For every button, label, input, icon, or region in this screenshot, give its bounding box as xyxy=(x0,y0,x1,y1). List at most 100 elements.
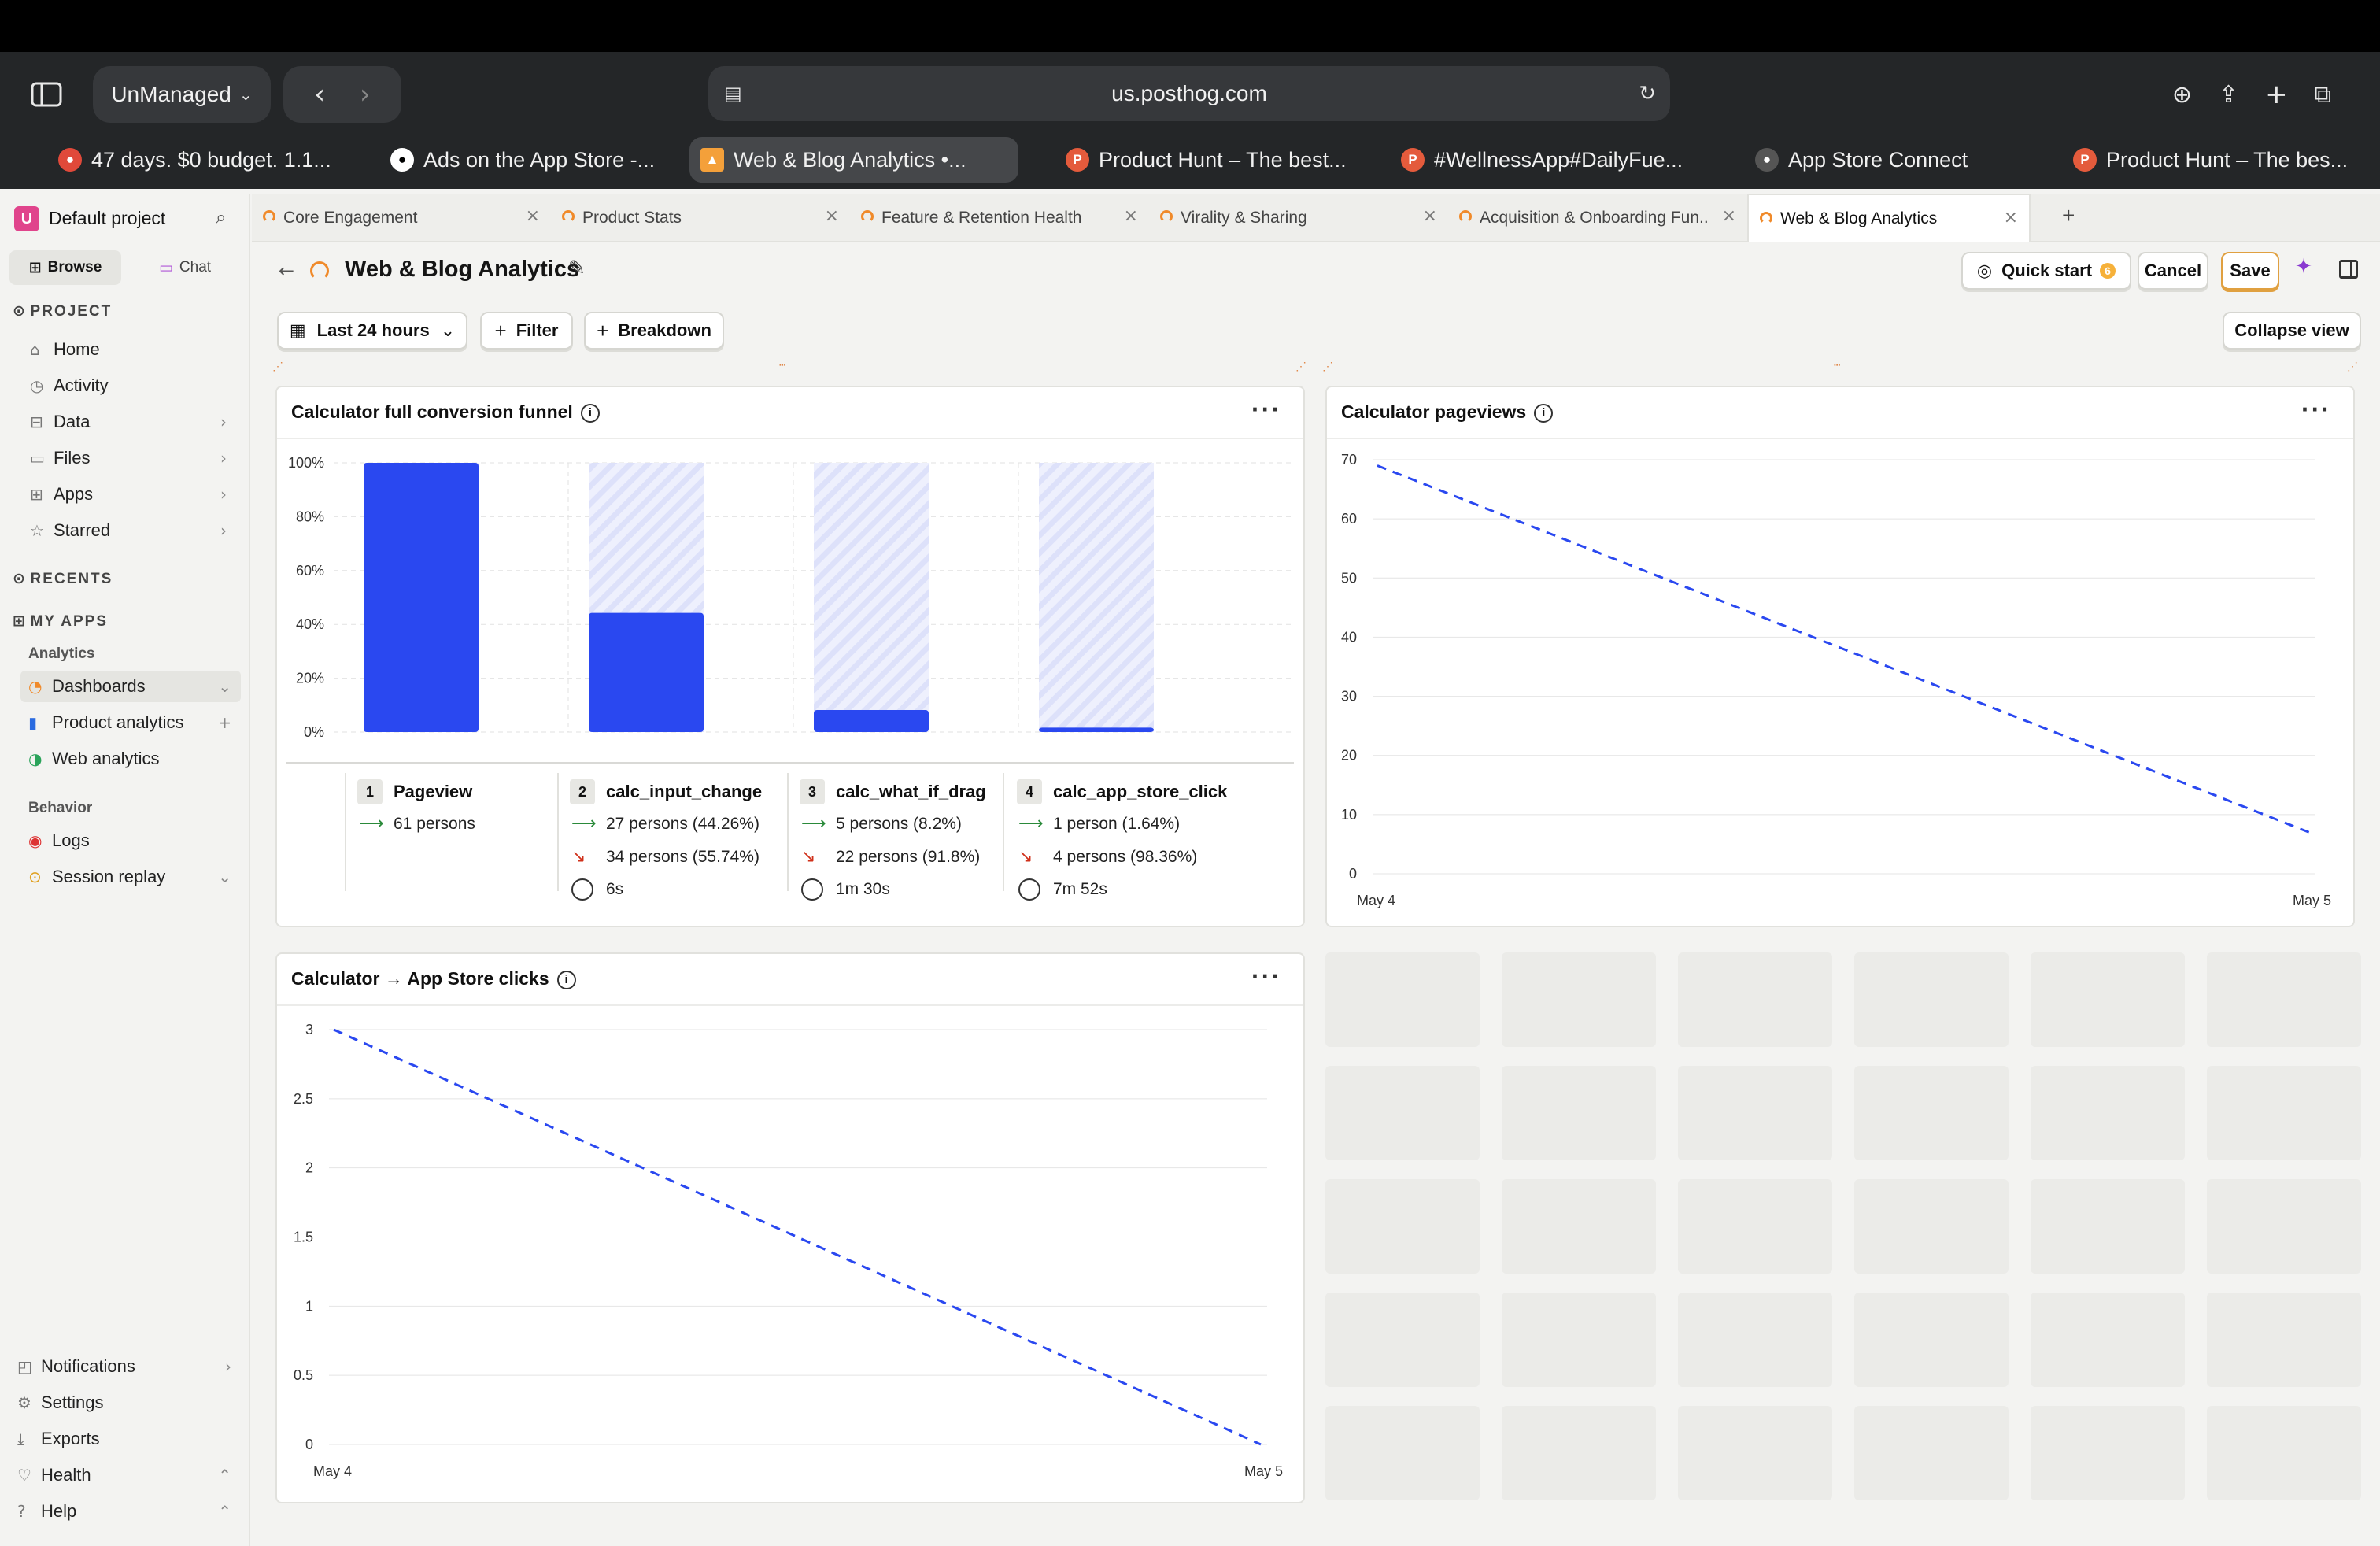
close-icon[interactable]: × xyxy=(526,206,540,226)
browser-tab[interactable]: P #WellnessApp#DailyFue... xyxy=(1390,137,1689,183)
sidebar-toggle-button[interactable] xyxy=(16,66,77,123)
chat-tab[interactable]: ▭ Chat xyxy=(129,250,241,285)
share-icon[interactable]: ⇪ xyxy=(2219,81,2238,109)
divider xyxy=(286,762,1294,764)
browser-tab[interactable]: P Product Hunt – The best... xyxy=(1055,137,1354,183)
search-icon[interactable]: ⌕ xyxy=(216,206,226,228)
cancel-button[interactable]: Cancel xyxy=(2138,252,2208,290)
browser-tab[interactable]: ● 47 days. $0 budget. 1.1... xyxy=(47,137,338,183)
drag-handle[interactable]: ⋯ xyxy=(779,359,785,372)
tile-title[interactable]: Calculator pageviews i xyxy=(1341,401,1554,423)
close-icon[interactable]: × xyxy=(1124,206,1138,226)
breakdown-button[interactable]: + Breakdown xyxy=(584,312,724,350)
side-panel-icon[interactable] xyxy=(2339,260,2358,279)
sidebar-item-data[interactable]: ⊟ Data › xyxy=(30,406,236,438)
funnel-step-1-converted[interactable]: ⟶ 61 persons xyxy=(359,814,475,834)
sidebar-item-exports[interactable]: ⤓ Exports xyxy=(17,1423,241,1455)
funnel-step-3-dropped[interactable]: ↘ 22 persons (91.8%) xyxy=(801,847,980,867)
resize-handle[interactable]: ⋰ xyxy=(2347,361,2358,373)
new-tab-icon[interactable]: + xyxy=(2265,79,2288,110)
tile-title[interactable]: Calculator full conversion funnel i xyxy=(291,401,600,423)
sidebar-item-home[interactable]: ⌂ Home xyxy=(30,334,236,365)
recents-heading[interactable]: ⊙ RECENTS xyxy=(13,570,113,588)
close-icon[interactable]: × xyxy=(825,206,839,226)
grid-placeholder-cell xyxy=(1502,1179,1656,1274)
info-icon[interactable]: i xyxy=(580,403,600,423)
sidebar-item-web-analytics[interactable]: ◑ Web analytics xyxy=(28,743,241,775)
sidebar-item-session-replay[interactable]: ⊙ Session replay ⌄ xyxy=(28,861,241,893)
sidebar-item-activity[interactable]: ◷ Activity xyxy=(30,370,236,401)
more-menu-icon[interactable]: ··· xyxy=(1251,395,1281,424)
close-icon[interactable]: × xyxy=(2004,208,2018,227)
x-tick-label: May 4 xyxy=(1357,893,1395,908)
dashboard-icon xyxy=(263,210,275,223)
funnel-step-4-converted[interactable]: ⟶ 1 person (1.64%) xyxy=(1018,814,1180,834)
back-arrow-icon[interactable]: ← xyxy=(279,260,294,282)
y-tick-label: 0% xyxy=(304,724,324,740)
more-menu-icon[interactable]: ··· xyxy=(1251,962,1281,991)
tab-acquisition-onboarding[interactable]: Acquisition & Onboarding Fun... × xyxy=(1448,194,1747,242)
close-icon[interactable]: × xyxy=(1722,206,1736,226)
plus-icon[interactable]: + xyxy=(218,713,231,732)
tab-virality-sharing[interactable]: Virality & Sharing × xyxy=(1149,194,1448,242)
sidebar-item-files[interactable]: ▭ Files › xyxy=(30,442,236,474)
save-button[interactable]: Save xyxy=(2221,252,2279,290)
more-menu-icon[interactable]: ··· xyxy=(2301,395,2331,424)
browser-tab[interactable]: ● Ads on the App Store -... xyxy=(379,137,671,183)
grid-placeholder-cell xyxy=(2207,1293,2361,1387)
browser-tab[interactable]: ● App Store Connect xyxy=(1744,137,2012,183)
funnel-step-2-dropped[interactable]: ↘ 34 persons (55.74%) xyxy=(571,847,759,867)
profile-selector[interactable]: UnManaged ⌄ xyxy=(93,66,271,123)
browse-tab[interactable]: ⊞ Browse xyxy=(9,250,121,285)
myapps-heading[interactable]: ⊞ MY APPS xyxy=(13,612,108,631)
sidebar-item-notifications[interactable]: ◰ Notifications › xyxy=(17,1351,241,1382)
drag-handle[interactable]: ⋯ xyxy=(1834,359,1840,372)
resize-handle[interactable]: ⋰ xyxy=(272,361,283,373)
info-icon[interactable]: i xyxy=(1534,403,1554,423)
ai-assistant-icon[interactable]: ✦ xyxy=(2295,255,2312,279)
close-icon[interactable]: × xyxy=(1423,206,1437,226)
y-tick-label: 80% xyxy=(296,509,324,524)
tab-feature-retention[interactable]: Feature & Retention Health × xyxy=(850,194,1149,242)
resize-handle[interactable]: ⋰ xyxy=(1295,361,1306,373)
sidebar-item-apps[interactable]: ⊞ Apps › xyxy=(30,479,236,510)
grid-placeholder-cell xyxy=(1678,1293,1832,1387)
funnel-step-3-converted[interactable]: ⟶ 5 persons (8.2%) xyxy=(801,814,962,834)
sidebar-item-health[interactable]: ♡ Health ⌃ xyxy=(17,1459,241,1491)
collapse-view-button[interactable]: Collapse view xyxy=(2223,312,2361,350)
reload-icon[interactable]: ↻ xyxy=(1639,82,1656,105)
project-heading[interactable]: ⊙ PROJECT xyxy=(13,302,112,320)
browser-tab-active[interactable]: ▲ Web & Blog Analytics •... xyxy=(689,137,1018,183)
address-bar[interactable]: ▤ us.posthog.com ↻ xyxy=(708,66,1670,121)
y-tick-label: 1 xyxy=(305,1298,313,1314)
tab-web-blog-analytics[interactable]: Web & Blog Analytics × xyxy=(1747,194,2031,242)
sidebar-item-help[interactable]: ? Help ⌃ xyxy=(17,1496,241,1527)
grid-placeholder-cell xyxy=(1502,1066,1656,1160)
funnel-step-4-dropped[interactable]: ↘ 4 persons (98.36%) xyxy=(1018,847,1197,867)
tab-product-stats[interactable]: Product Stats × xyxy=(551,194,850,242)
new-tab-plus-icon[interactable]: + xyxy=(2062,203,2075,228)
tile-title[interactable]: Calculator → App Store clicks i xyxy=(291,968,576,989)
filter-button[interactable]: + Filter xyxy=(480,312,573,350)
sidebar-item-dashboards[interactable]: ◔ Dashboards ⌄ xyxy=(20,671,241,702)
info-icon[interactable]: i xyxy=(556,970,576,989)
funnel-step-2-converted[interactable]: ⟶ 27 persons (44.26%) xyxy=(571,814,759,834)
date-range-select[interactable]: ▦ Last 24 hours ⌄ xyxy=(277,312,468,350)
tab-overview-icon[interactable]: ⧉ xyxy=(2315,81,2331,109)
divider xyxy=(787,773,789,891)
download-icon[interactable]: ⊕ xyxy=(2172,81,2192,109)
resize-handle[interactable]: ⋰ xyxy=(1322,361,1333,373)
browser-tab[interactable]: P Product Hunt – The bes... xyxy=(2062,137,2361,183)
tab-core-engagement[interactable]: Core Engagement × xyxy=(252,194,551,242)
y-tick-label: 50 xyxy=(1341,570,1357,586)
edit-pencil-icon[interactable]: ✎ xyxy=(568,257,586,280)
back-arrow-icon[interactable]: ‹ xyxy=(314,79,325,110)
sidebar-item-starred[interactable]: ☆ Starred › xyxy=(30,515,236,546)
quick-start-button[interactable]: ◎ Quick start 6 xyxy=(1961,252,2131,290)
sidebar-item-settings[interactable]: ⚙ Settings xyxy=(17,1387,241,1418)
sidebar-item-product-analytics[interactable]: ▮ Product analytics + xyxy=(28,707,241,738)
project-name[interactable]: Default project xyxy=(49,208,165,229)
reader-icon[interactable]: ▤ xyxy=(724,83,742,105)
sidebar-item-logs[interactable]: ◉ Logs xyxy=(28,825,241,856)
forward-arrow-icon[interactable]: › xyxy=(360,79,371,110)
